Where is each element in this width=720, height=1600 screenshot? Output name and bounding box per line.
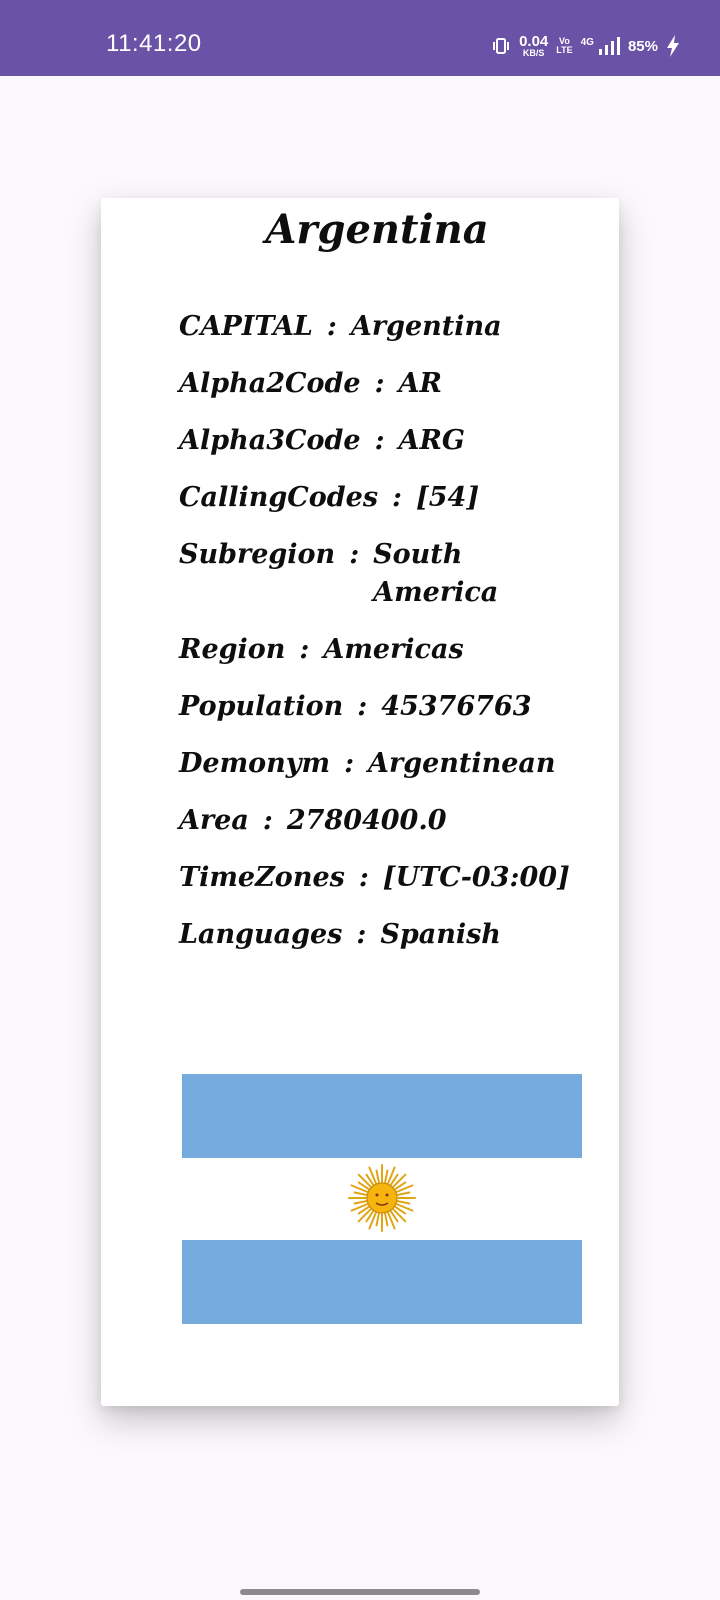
- info-row-alpha3code: Alpha3Code : ARG: [179, 422, 609, 460]
- info-row-demonym: Demonym : Argentinean: [179, 745, 609, 783]
- info-row-area: Area : 2780400.0: [179, 802, 609, 840]
- info-label: Alpha3Code: [179, 425, 361, 456]
- info-label: Languages: [179, 919, 343, 950]
- info-row-capital: CAPITAL : Argentina: [179, 308, 609, 346]
- info-separator: :: [262, 805, 273, 836]
- info-label: Population: [179, 691, 344, 722]
- info-separator: :: [344, 748, 355, 779]
- country-info-list: CAPITAL : Argentina Alpha2Code : AR Alph…: [179, 308, 609, 973]
- info-row-subregion: Subregion : South America: [179, 536, 609, 612]
- info-separator: :: [326, 311, 337, 342]
- signal-icon: [598, 37, 620, 55]
- info-value: Argentina: [350, 311, 502, 342]
- info-value: Spanish: [380, 919, 501, 950]
- info-value: 2780400.0: [286, 805, 447, 836]
- sun-ray: [357, 1208, 372, 1223]
- info-value: Argentinean: [368, 748, 556, 779]
- country-card: Argentina CAPITAL : Argentina Alpha2Code…: [101, 198, 619, 1406]
- info-separator: :: [349, 539, 360, 570]
- sun-ray: [396, 1191, 411, 1196]
- sun-ray: [392, 1173, 407, 1188]
- info-label: Area: [179, 805, 249, 836]
- vibrate-icon: [493, 38, 510, 54]
- network-speed-value: 0.04: [519, 33, 549, 50]
- info-separator: :: [374, 368, 385, 399]
- sun-ray: [396, 1200, 411, 1205]
- status-time: 11:41:20: [106, 30, 202, 57]
- sun-ray: [357, 1173, 372, 1188]
- info-separator: :: [392, 482, 402, 513]
- info-label: CAPITAL: [179, 311, 313, 342]
- info-label: Alpha2Code: [179, 368, 361, 399]
- sun-ray: [353, 1191, 368, 1196]
- network-speed-unit: KB/S: [522, 48, 545, 58]
- sun-of-may-icon: [348, 1164, 416, 1232]
- volte-indicator: Vo LTE: [556, 37, 572, 55]
- sun-ray: [384, 1212, 389, 1227]
- flag-top-stripe: [182, 1074, 582, 1158]
- info-row-callingcodes: CallingCodes : [54]: [179, 479, 609, 517]
- sun-ray: [392, 1208, 407, 1223]
- battery-level: 85%: [627, 37, 658, 55]
- sun-ray: [375, 1169, 380, 1184]
- info-label: Subregion: [179, 539, 336, 570]
- info-value: Americas: [323, 634, 464, 665]
- info-separator: :: [299, 634, 310, 665]
- info-value: [UTC-03:00]: [382, 862, 570, 893]
- info-value: [54]: [416, 482, 480, 513]
- info-label: Region: [179, 634, 286, 665]
- info-value: 45376763: [381, 691, 532, 722]
- status-bar: 11:41:20 0.04 KB/S Vo LTE 4G 85%: [0, 0, 720, 76]
- status-icons: 0.04 KB/S Vo LTE 4G 85%: [491, 28, 680, 64]
- info-separator: :: [357, 691, 368, 722]
- sun-ray: [384, 1169, 389, 1184]
- info-label: CallingCodes: [179, 482, 379, 513]
- info-value: AR: [398, 368, 442, 399]
- info-value: ARG: [398, 425, 465, 456]
- info-row-languages: Languages : Spanish: [179, 916, 609, 954]
- info-separator: :: [374, 425, 385, 456]
- volte-bottom: LTE: [556, 45, 573, 55]
- info-label: TimeZones: [179, 862, 345, 893]
- country-name: Argentina: [265, 206, 489, 253]
- info-row-timezones: TimeZones : [UTC-03:00]: [179, 859, 609, 897]
- info-separator: :: [358, 862, 369, 893]
- info-row-alpha2code: Alpha2Code : AR: [179, 365, 609, 403]
- info-row-region: Region : Americas: [179, 631, 609, 669]
- home-indicator[interactable]: [240, 1589, 480, 1595]
- charging-bolt-icon: [667, 35, 679, 57]
- info-row-population: Population : 45376763: [179, 688, 609, 726]
- flag-bottom-stripe: [182, 1240, 582, 1324]
- info-separator: :: [356, 919, 367, 950]
- network-generation: 4G: [580, 36, 594, 48]
- info-value: South America: [373, 539, 499, 608]
- sun-ray: [375, 1212, 380, 1227]
- sun-ray: [353, 1200, 368, 1205]
- info-label: Demonym: [179, 748, 331, 779]
- network-speed: 0.04 KB/S: [519, 34, 548, 58]
- country-flag-image: [182, 1074, 582, 1324]
